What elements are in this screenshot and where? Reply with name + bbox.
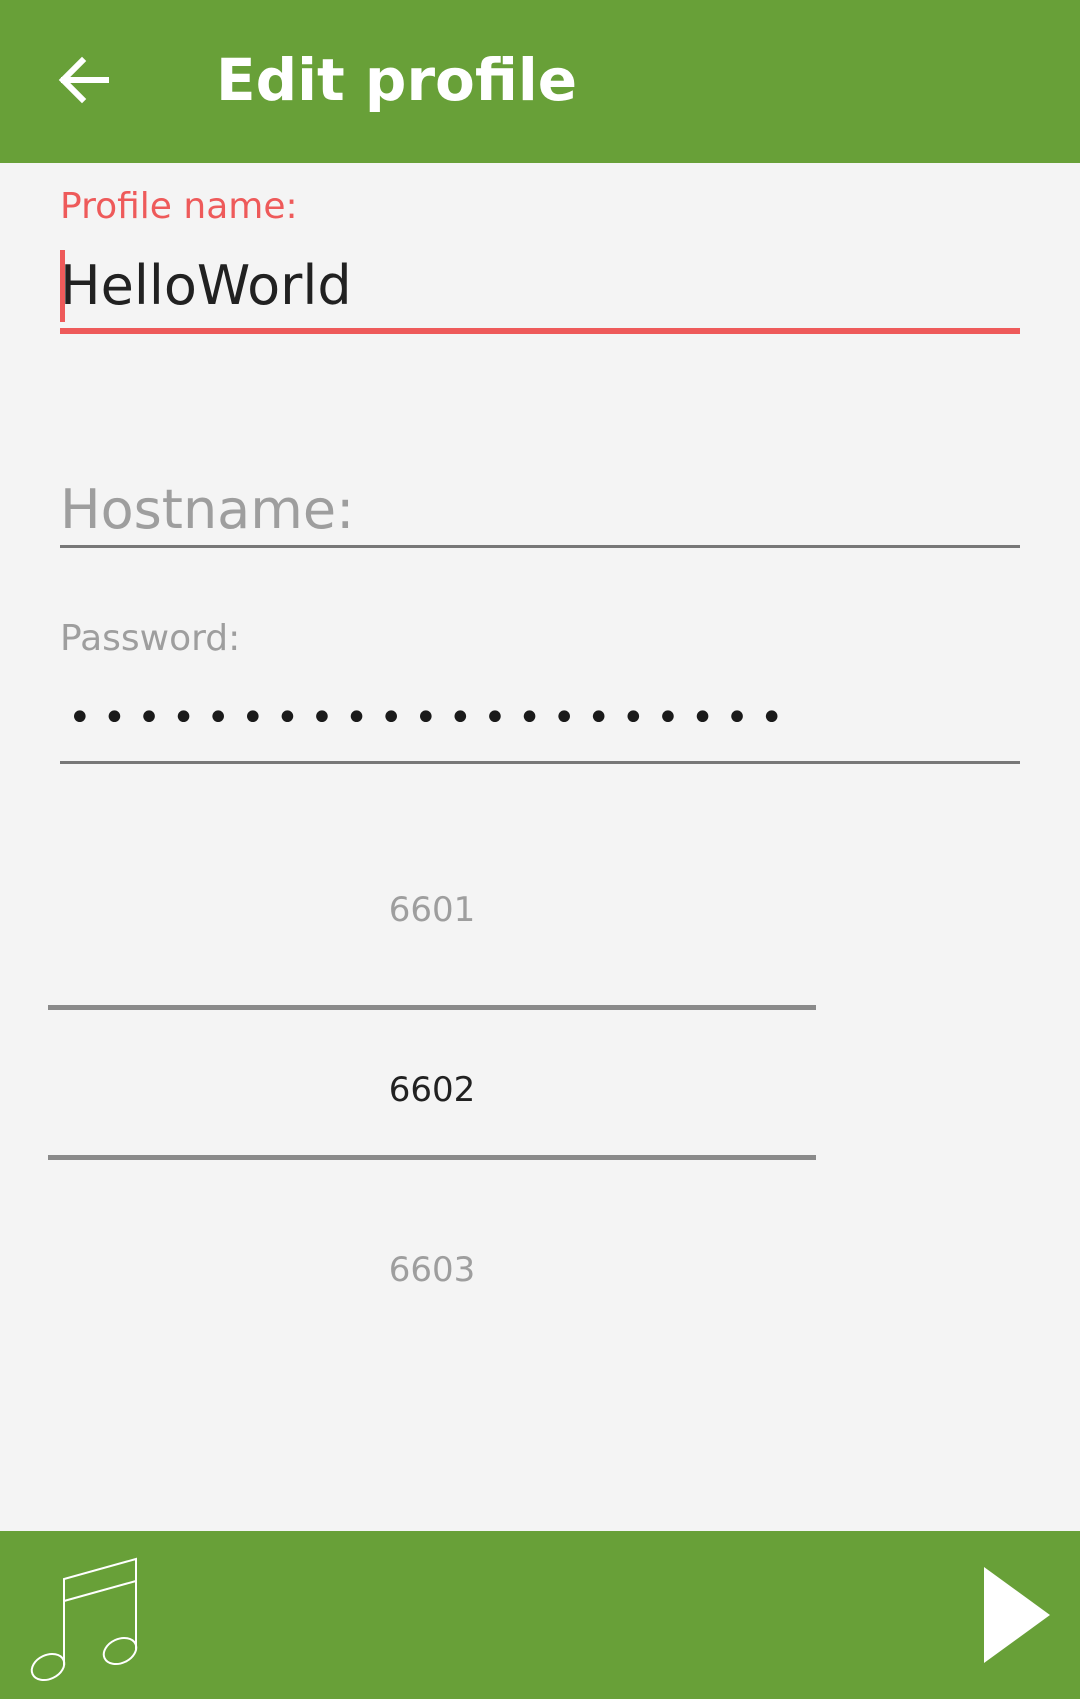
profile-name-field: Profile name: — [60, 186, 1020, 336]
picker-item-previous[interactable]: 6601 — [48, 880, 816, 940]
picker-item-next[interactable]: 6603 — [48, 1240, 816, 1300]
profile-name-input[interactable] — [60, 246, 1020, 326]
page-title: Edit profile — [216, 46, 578, 114]
picker-item-selected[interactable]: 6602 — [48, 1060, 816, 1120]
picker-divider-bottom — [48, 1155, 816, 1160]
arrow-back-icon — [58, 56, 109, 104]
picker-divider-top — [48, 1005, 816, 1010]
port-number-picker[interactable]: 6601 6602 6603 — [48, 840, 816, 1290]
back-button[interactable] — [48, 44, 120, 116]
play-icon[interactable] — [966, 1567, 1062, 1663]
password-input[interactable]: ••••••••••••••••••••• — [68, 688, 794, 748]
app-bar: Edit profile — [0, 0, 1080, 163]
profile-name-label: Profile name: — [60, 186, 298, 227]
hostname-underline — [60, 545, 1020, 548]
password-underline — [60, 761, 1020, 764]
bottom-bar — [0, 1531, 1080, 1699]
music-note-icon[interactable] — [28, 1549, 144, 1683]
profile-name-underline — [60, 328, 1020, 334]
password-label: Password: — [60, 618, 241, 659]
password-field: Password: ••••••••••••••••••••• — [60, 618, 1020, 768]
hostname-field: Hostname: — [60, 460, 1020, 550]
hostname-input[interactable] — [60, 470, 1020, 550]
